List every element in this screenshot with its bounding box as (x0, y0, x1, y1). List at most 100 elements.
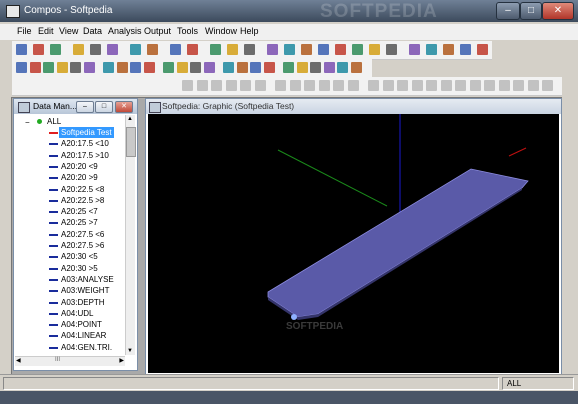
c7-icon[interactable] (368, 80, 379, 91)
tool-d-icon[interactable] (318, 44, 329, 55)
view-d-icon[interactable] (323, 62, 335, 73)
c2-icon[interactable] (289, 80, 301, 91)
edit-b-icon[interactable] (350, 62, 362, 73)
tree-item[interactable]: A20:27.5 <6 (15, 229, 125, 240)
scroll-right-icon[interactable]: ▶ (119, 357, 124, 364)
copy-icon[interactable] (223, 62, 234, 73)
beam-icon[interactable] (16, 62, 27, 73)
tree-item[interactable]: A04:GEN.TRI. (15, 342, 125, 353)
list-c-icon[interactable] (130, 62, 141, 73)
c8-icon[interactable] (382, 80, 394, 91)
tree-item[interactable]: A20:30 <5 (15, 251, 125, 262)
table-a-icon[interactable] (409, 44, 420, 55)
tool-h-icon[interactable] (386, 44, 397, 55)
c19-icon[interactable] (542, 80, 553, 91)
panel-close-button[interactable]: ✕ (115, 101, 133, 113)
c12-icon[interactable] (440, 80, 452, 91)
scroll-up-icon[interactable]: ▲ (127, 116, 133, 122)
view-b-icon[interactable] (296, 62, 308, 73)
c9-icon[interactable] (397, 80, 408, 91)
c6-icon[interactable] (347, 80, 359, 91)
help-icon[interactable] (170, 44, 181, 55)
context-help-icon[interactable] (187, 44, 198, 55)
tree-item[interactable]: A20:17.5 <10 (15, 138, 125, 149)
section-a-icon[interactable] (43, 62, 54, 73)
menu-file[interactable]: File (17, 26, 32, 36)
section-d-icon[interactable] (83, 62, 95, 73)
minimize-button[interactable]: – (496, 2, 520, 20)
section-b-icon[interactable] (56, 62, 68, 73)
tree-item[interactable]: A20:20 >9 (15, 172, 125, 183)
c1-icon[interactable] (275, 80, 286, 91)
c5-icon[interactable] (333, 80, 344, 91)
tree-item[interactable]: A20:20 <9 (15, 161, 125, 172)
tree-item[interactable]: A20:22.5 <8 (15, 184, 125, 195)
tool-e-icon[interactable] (335, 44, 346, 55)
scroll-thumb[interactable] (126, 127, 136, 157)
menu-analysis[interactable]: Analysis (108, 26, 142, 36)
c3-icon[interactable] (304, 80, 315, 91)
format-icon[interactable] (244, 44, 255, 55)
tree-item[interactable]: A04:POINT (15, 319, 125, 330)
c13-icon[interactable] (455, 80, 466, 91)
edit-a-icon[interactable] (337, 62, 348, 73)
paste-icon[interactable] (107, 44, 118, 55)
panel-maximize-button[interactable]: □ (95, 101, 113, 113)
c11-icon[interactable] (426, 80, 437, 91)
tool-g-icon[interactable] (369, 44, 380, 55)
tree-item[interactable]: A03:DEPTH (15, 297, 125, 308)
tool-c-icon[interactable] (301, 44, 312, 55)
save-icon[interactable] (50, 44, 61, 55)
grid-a-icon[interactable] (190, 62, 201, 73)
graphic-viewport[interactable]: SOFTPEDIA (148, 114, 559, 373)
b6-icon[interactable] (254, 80, 266, 91)
menu-window[interactable]: Window (205, 26, 237, 36)
b3-icon[interactable] (211, 80, 222, 91)
menu-help[interactable]: Help (240, 26, 259, 36)
menu-tools[interactable]: Tools (177, 26, 198, 36)
rotate-icon[interactable] (250, 62, 261, 73)
tree-item[interactable]: A20:17.5 >10 (15, 150, 125, 161)
tool-f-icon[interactable] (352, 44, 363, 55)
tree-item[interactable]: A03:WEIGHT (15, 285, 125, 296)
b1-icon[interactable] (182, 80, 193, 91)
b2-icon[interactable] (196, 80, 208, 91)
scroll-left-icon[interactable]: ◀ (16, 357, 21, 364)
hscroll-thumb[interactable]: III (55, 357, 60, 363)
print-preview-icon[interactable] (147, 44, 158, 55)
tree-item[interactable]: A03:ANALYSE (15, 274, 125, 285)
menu-data[interactable]: Data (83, 26, 102, 36)
panel-minimize-button[interactable]: – (76, 101, 94, 113)
measure-icon[interactable] (263, 62, 275, 73)
graphic-titlebar[interactable]: Softpedia: Graphic (Softpedia Test) (146, 99, 561, 114)
section-c-icon[interactable] (70, 62, 81, 73)
print-icon[interactable] (130, 44, 141, 55)
c18-icon[interactable] (527, 80, 539, 91)
table-d-icon[interactable] (460, 44, 471, 55)
tree-item[interactable]: A04:LINEAR (15, 330, 125, 341)
tree-item[interactable]: A04:UDL (15, 308, 125, 319)
open-icon[interactable] (33, 44, 44, 55)
tool-b-icon[interactable] (284, 44, 295, 55)
menu-view[interactable]: View (59, 26, 78, 36)
table-b-icon[interactable] (426, 44, 437, 55)
table-e-icon[interactable] (477, 44, 488, 55)
tree-item[interactable]: A20:25 <7 (15, 206, 125, 217)
tree-item[interactable]: A20:27.5 >6 (15, 240, 125, 251)
grid-b-icon[interactable] (203, 62, 215, 73)
b4-icon[interactable] (225, 80, 237, 91)
view-a-icon[interactable] (283, 62, 294, 73)
zoom-icon[interactable] (236, 62, 248, 73)
tree-item[interactable]: Softpedia Test (15, 127, 125, 138)
tree-item[interactable]: A20:30 >5 (15, 263, 125, 274)
list-d-icon[interactable] (143, 62, 155, 73)
new-icon[interactable] (16, 44, 27, 55)
menu-output[interactable]: Output (144, 26, 171, 36)
list-a-icon[interactable] (103, 62, 114, 73)
c15-icon[interactable] (484, 80, 495, 91)
data-manager-titlebar[interactable]: Data Man... – □ ✕ (14, 99, 137, 114)
tool-a-icon[interactable] (267, 44, 278, 55)
cut-icon[interactable] (73, 44, 84, 55)
scroll-down-icon[interactable]: ▼ (127, 348, 133, 354)
view-c-icon[interactable] (310, 62, 321, 73)
